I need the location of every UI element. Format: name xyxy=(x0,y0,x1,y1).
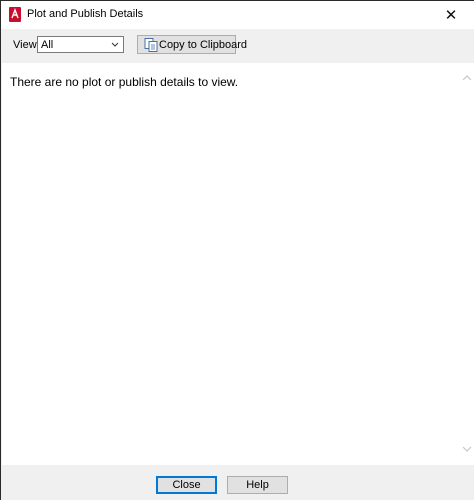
copy-to-clipboard-button[interactable]: Copy to Clipboard xyxy=(137,35,247,54)
view-dropdown-value: All xyxy=(41,39,54,51)
autocad-app-icon xyxy=(9,7,21,22)
window-close-icon[interactable]: ✕ xyxy=(428,1,474,29)
empty-message: There are no plot or publish details to … xyxy=(10,75,239,89)
view-dropdown[interactable]: All xyxy=(37,36,124,53)
close-button[interactable]: Close xyxy=(156,476,217,494)
copy-icon xyxy=(143,37,159,53)
view-label: View: xyxy=(13,39,40,51)
scroll-up-arrow-icon[interactable] xyxy=(462,73,472,83)
toolbar: View: All Copy to Clipboard xyxy=(1,29,474,62)
copy-to-clipboard-label: Copy to Clipboard xyxy=(159,39,248,51)
help-button[interactable]: Help xyxy=(227,476,288,494)
plot-publish-details-window: Plot and Publish Details ✕ View: All Cop… xyxy=(0,0,474,500)
title-bar: Plot and Publish Details ✕ xyxy=(1,1,474,29)
window-title: Plot and Publish Details xyxy=(27,8,144,20)
scroll-down-arrow-icon[interactable] xyxy=(462,444,472,454)
chevron-down-icon xyxy=(109,38,121,51)
details-panel: There are no plot or publish details to … xyxy=(2,63,474,465)
